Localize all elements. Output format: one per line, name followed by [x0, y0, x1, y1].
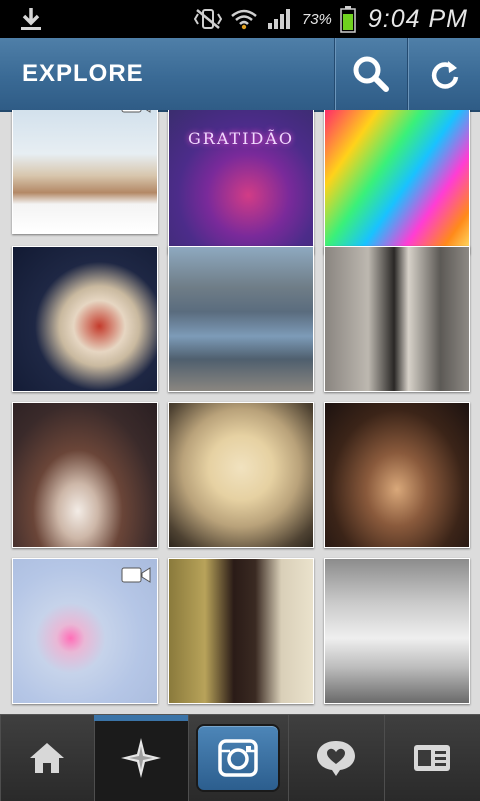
photo-woman-sign[interactable]: [324, 246, 470, 392]
photo-bear-phone-case[interactable]: [168, 402, 314, 548]
battery-icon: [340, 6, 356, 33]
wifi-icon: [231, 9, 257, 30]
video-icon: [121, 567, 151, 583]
home-icon: [30, 743, 64, 773]
photo-boat-sunbathing[interactable]: [12, 110, 158, 234]
photo-white-dress-forest[interactable]: [12, 402, 158, 548]
tab-profile[interactable]: [384, 715, 480, 801]
explore-photo-grid: GRATIDÃO: [0, 110, 480, 714]
photo-neon-colors[interactable]: [324, 110, 470, 254]
news-heart-icon: [317, 741, 355, 776]
photo-selfie-mirror[interactable]: [168, 558, 314, 704]
photo-group-dinner[interactable]: [324, 402, 470, 548]
tab-camera[interactable]: [188, 715, 289, 801]
video-icon: [121, 110, 151, 113]
bottom-tab-bar: [0, 714, 480, 801]
photo-caption: GRATIDÃO: [188, 129, 294, 148]
camera-button[interactable]: [196, 724, 280, 792]
battery-percent: 73%: [301, 10, 332, 28]
tab-home[interactable]: [0, 715, 95, 801]
page-title: EXPLORE: [22, 60, 144, 87]
photo-woman-drawing[interactable]: [324, 558, 470, 704]
tab-news[interactable]: [288, 715, 385, 801]
search-button[interactable]: [334, 38, 407, 110]
refresh-button[interactable]: [407, 38, 480, 110]
photo-food-box[interactable]: [12, 246, 158, 392]
photo-girl-pink[interactable]: [12, 558, 158, 704]
mute-vibrate-icon: [193, 9, 222, 29]
tab-explore[interactable]: [94, 715, 189, 801]
action-bar: EXPLORE: [0, 38, 480, 112]
clock: 9:04 PM: [367, 4, 468, 33]
profile-icon: [414, 745, 450, 771]
camera-icon: [218, 739, 258, 777]
download-icon: [21, 8, 41, 30]
refresh-icon: [431, 61, 458, 89]
explore-icon: [121, 738, 161, 778]
status-bar: 73% 9:04 PM: [0, 0, 480, 38]
signal-icon: [267, 9, 290, 29]
search-icon: [353, 56, 389, 92]
photo-gratidao[interactable]: GRATIDÃO: [168, 110, 314, 254]
photo-blue-car[interactable]: [168, 246, 314, 392]
